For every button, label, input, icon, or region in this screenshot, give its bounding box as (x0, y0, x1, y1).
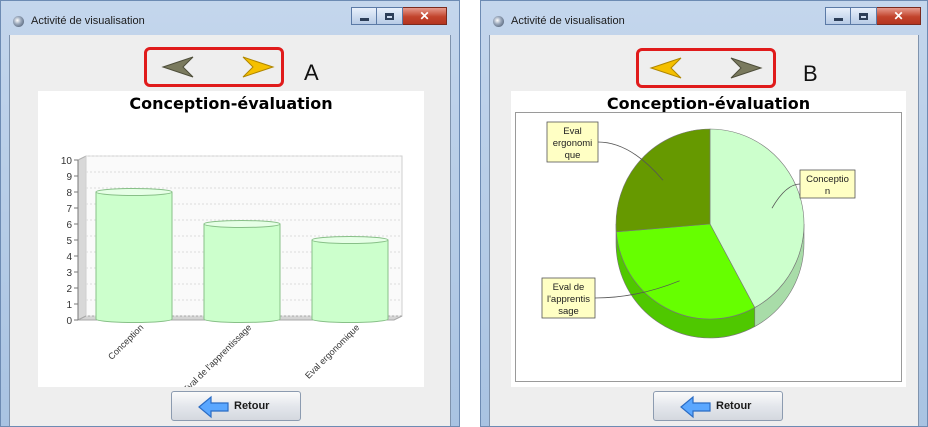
y-tick-label: 10 (61, 156, 73, 167)
retour-label: Retour (716, 400, 752, 412)
minimize-button[interactable] (351, 7, 377, 25)
y-tick-label: 7 (66, 204, 72, 215)
y-tick-label: 8 (66, 188, 72, 199)
back-arrow-icon (198, 395, 229, 419)
slice-label: ergonomi (553, 138, 593, 149)
close-button[interactable]: ✕ (403, 7, 447, 25)
left-arrow-icon (161, 56, 194, 78)
pie-chart: Conception Eval del'apprentissage Evalergo… (515, 112, 902, 382)
y-tick-label: 6 (66, 220, 72, 231)
x-tick-label: Eval de l'apprentissage (181, 322, 254, 387)
bar-top (95, 188, 173, 196)
back-arrow-icon (680, 395, 711, 419)
slice-label: que (565, 150, 581, 161)
minimize-button[interactable] (825, 7, 851, 25)
client-area: A Conception-évaluation 0 1 2 3 4 5 6 7 8 9 10 Conc… (9, 35, 451, 426)
bar (311, 239, 389, 323)
bar-top (311, 236, 389, 244)
chart-panel: Conception-évaluation Conceptio n Eval de l… (511, 91, 906, 387)
maximize-button[interactable] (851, 7, 877, 25)
previous-button[interactable] (161, 55, 197, 79)
chart-wall (77, 155, 87, 321)
minimize-icon (833, 17, 843, 21)
bar (95, 191, 173, 323)
slice-label: l'apprentis (547, 294, 590, 305)
maximize-button[interactable] (377, 7, 403, 25)
window-controls: ✕ (825, 7, 921, 25)
window-b: Activité de visualisation ✕ B Conception… (480, 0, 928, 427)
previous-button[interactable] (649, 56, 685, 80)
close-button[interactable]: ✕ (877, 7, 921, 25)
slice-label: Conceptio (806, 174, 849, 185)
slice-label: n (825, 186, 830, 197)
panel-letter: A (304, 60, 319, 85)
bar (203, 223, 281, 323)
y-tick-label: 0 (66, 316, 72, 327)
navigation-highlight (144, 47, 284, 87)
minimize-icon (359, 17, 369, 21)
app-icon (493, 16, 504, 27)
y-tick-label: 9 (66, 172, 72, 183)
x-tick-label: Eval ergonomique (303, 322, 361, 380)
slice-label: Eval de (553, 282, 585, 293)
window-controls: ✕ (351, 7, 447, 25)
y-tick-label: 1 (66, 300, 72, 311)
right-arrow-icon (730, 57, 763, 79)
maximize-icon (859, 12, 868, 20)
window-a: Activité de visualisation ✕ A Conception… (0, 0, 460, 427)
next-button[interactable] (727, 56, 763, 80)
retour-button[interactable]: Retour (653, 391, 783, 421)
panel-letter: B (803, 61, 818, 86)
next-button[interactable] (239, 55, 275, 79)
window-title: Activité de visualisation (511, 15, 625, 27)
window-title: Activité de visualisation (31, 15, 145, 27)
title-bar[interactable]: Activité de visualisation ✕ (481, 1, 927, 35)
y-tick-label: 5 (66, 236, 72, 247)
title-bar[interactable]: Activité de visualisation ✕ (1, 1, 459, 35)
client-area: B Conception-évaluation Conceptio n Eval d… (489, 35, 919, 426)
navigation-highlight (636, 48, 776, 88)
right-arrow-icon (242, 56, 275, 78)
bar-chart: 0 1 2 3 4 5 6 7 8 9 10 Conception Eval de l'apprenti… (61, 155, 403, 387)
retour-label: Retour (234, 400, 270, 412)
x-tick-label: Conception (106, 322, 145, 361)
app-icon (13, 16, 24, 27)
maximize-icon (385, 12, 394, 20)
close-icon: ✕ (419, 9, 430, 23)
retour-button[interactable]: Retour (171, 391, 301, 421)
y-tick-label: 4 (66, 252, 72, 263)
close-icon: ✕ (893, 9, 904, 23)
pie-slice (615, 128, 711, 233)
bar-top (203, 220, 281, 228)
left-arrow-icon (649, 57, 682, 79)
y-tick-label: 3 (66, 268, 72, 279)
slice-label: Eval (563, 126, 581, 137)
y-tick-label: 2 (66, 284, 72, 295)
slice-label: sage (558, 306, 579, 317)
chart-panel: Conception-évaluation 0 1 2 3 4 5 6 7 8 9 10 Concep… (38, 91, 424, 387)
